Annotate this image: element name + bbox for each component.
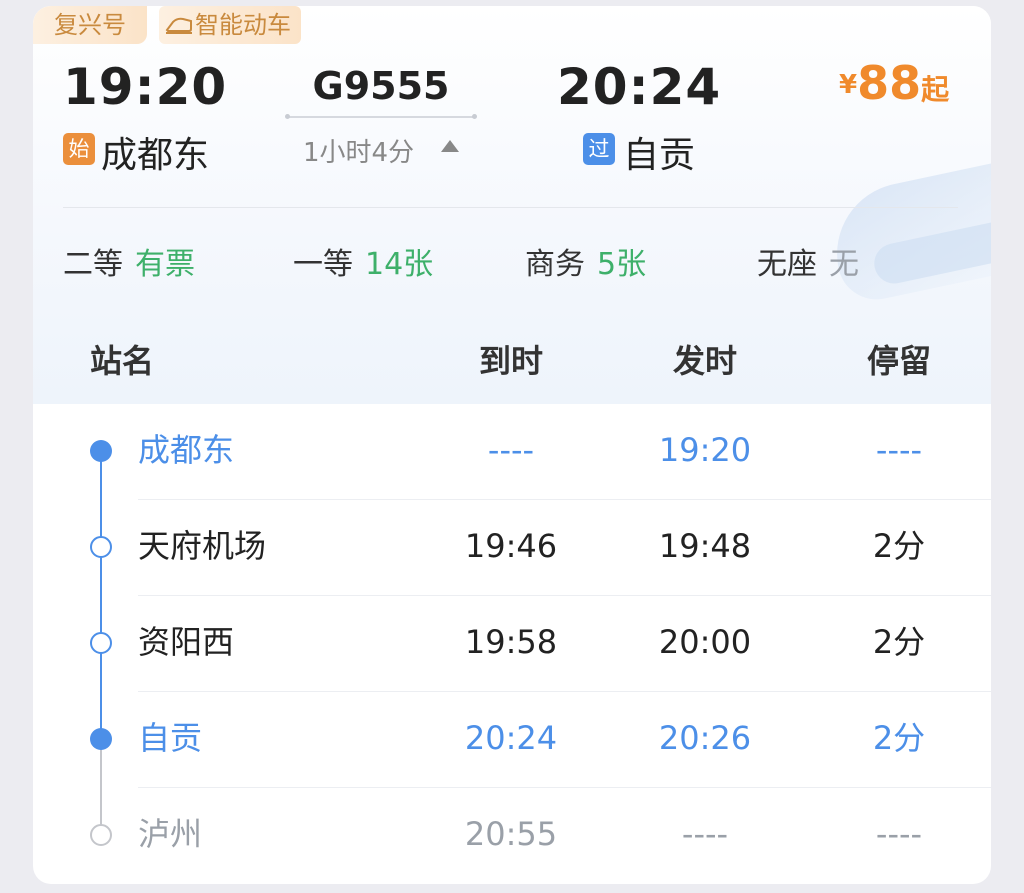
stop-name: 资阳西 [138,623,235,661]
stop-duration: 2分 [872,527,926,565]
stop-arrive: 19:46 [464,527,558,565]
price-suffix: 起 [921,73,950,106]
seat-class-label: 二等 [63,247,123,282]
stop-marker-hollow [90,632,112,654]
seat-class-label: 无座 [757,247,817,282]
seat-no-seat[interactable]: 无座无 [757,239,859,283]
stop-name: 自贡 [138,719,203,757]
arrival-station: 自贡 [623,135,696,176]
price-currency: ¥ [839,70,858,100]
stop-marker-hollow [90,536,112,558]
stop-marker-filled [90,440,112,462]
route-line [285,114,477,119]
seat-availability: 5张 [597,247,647,282]
triangle-up-icon[interactable] [441,140,459,152]
departure-time: 19:20 [63,58,228,116]
column-header-arrive: 到时 [478,342,543,380]
pass-station-badge: 过 [583,133,615,165]
route-progress-line [100,450,102,746]
stop-arrive: 20:24 [464,719,558,757]
stop-duration: ---- [875,431,923,469]
arrival-time: 20:24 [557,58,722,116]
stop-arrive: 19:58 [464,623,558,661]
seat-availability: 有票 [135,247,195,282]
column-header-station: 站名 [90,342,155,380]
stop-name: 天府机场 [138,527,267,565]
stop-marker-hollow [90,824,112,846]
stop-depart: 20:26 [658,719,752,757]
stop-depart: 20:00 [658,623,752,661]
stop-duration: 2分 [872,623,926,661]
train-detail-card: 复兴号 智能动车 19:20 G9555 1小时4分 20:24 始 成都东 过… [33,6,991,884]
departure-station: 成都东 [101,135,210,176]
train-icon [165,17,192,34]
stop-marker-filled [90,728,112,750]
table-row[interactable]: 资阳西 19:58 20:00 2分 [33,596,991,692]
seat-second-class[interactable]: 二等 有票 [63,239,195,283]
table-row[interactable]: 天府机场 19:46 19:48 2分 [33,500,991,596]
price: ¥88起 [839,56,949,110]
stop-name: 泸州 [138,815,203,853]
stop-depart: ---- [681,815,729,853]
seat-availability: 14张 [365,247,434,282]
table-row[interactable]: 泸州 20:55 ---- ---- [33,788,991,884]
start-station-badge: 始 [63,133,95,165]
stop-duration: ---- [875,815,923,853]
stop-depart: 19:48 [658,527,752,565]
smart-train-label: 智能动车 [195,11,291,39]
stop-arrive: 20:55 [464,815,558,853]
column-header-depart: 发时 [672,342,737,380]
header-divider [63,207,958,208]
stop-arrive: ---- [487,431,535,469]
seat-class-label: 一等 [293,247,353,282]
duration-text[interactable]: 1小时4分 [303,132,414,169]
price-value: 88 [857,56,922,110]
train-number: G9555 [312,64,450,108]
column-header-stop: 停留 [866,342,931,380]
seat-first-class[interactable]: 一等 14张 [293,239,433,283]
seat-availability: 无 [829,247,859,282]
table-row[interactable]: 成都东 ---- 19:20 ---- [33,404,991,500]
stop-duration: 2分 [872,719,926,757]
table-row[interactable]: 自贡 20:24 20:26 2分 [33,692,991,788]
seat-business-class[interactable]: 商务 5张 [525,239,646,283]
stop-depart: 19:20 [658,431,752,469]
smart-train-tag: 智能动车 [159,6,301,44]
train-brand-tag: 复兴号 [33,6,147,44]
stop-name: 成都东 [138,431,235,469]
seat-class-label: 商务 [525,247,585,282]
